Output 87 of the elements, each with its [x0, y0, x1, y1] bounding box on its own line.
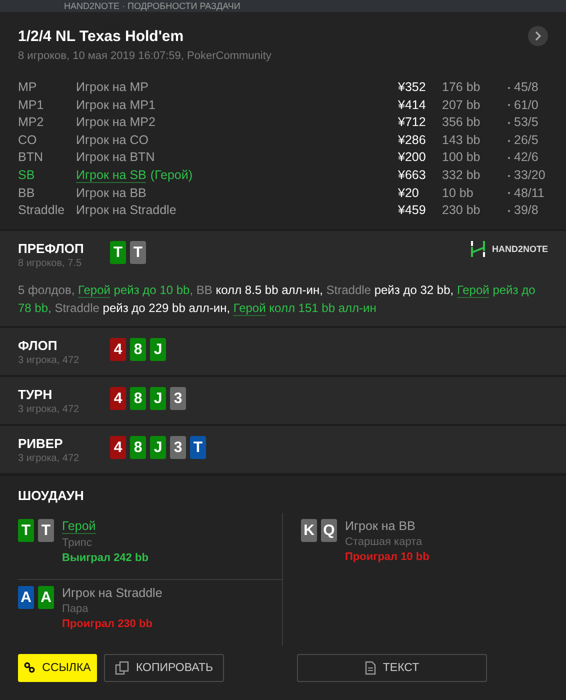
hand-combination: Старшая карта: [345, 536, 424, 548]
hand-title: 1/2/4 NL Texas Hold'em: [18, 28, 184, 44]
playing-card: T: [110, 240, 126, 264]
street-info: 3 игрока, 472: [18, 452, 80, 464]
playing-card: 3: [170, 436, 186, 459]
player-stats: 42/6: [514, 150, 540, 166]
playing-card: T: [18, 518, 34, 542]
street-info: 8 игроков, 7.5: [18, 258, 83, 269]
street-info: 3 игрока, 472: [18, 354, 80, 366]
position-label: MP1: [18, 98, 45, 114]
player-name: Игрок на BTN: [76, 150, 155, 164]
stack-amount: ¥20: [398, 186, 420, 202]
stack-bb: 100 bb: [442, 150, 482, 166]
playing-card: 8: [130, 386, 146, 410]
stack-amount: ¥459: [398, 203, 427, 219]
player-name: Игрок на Straddle: [76, 203, 176, 218]
stack-amount: ¥663: [398, 168, 427, 184]
result-text: Проиграл 230 bb: [62, 618, 154, 630]
position-label: Straddle: [18, 203, 66, 219]
stack-amount: ¥286: [398, 132, 427, 148]
player-stats: 39/8: [514, 203, 540, 219]
link-button[interactable]: ССЫЛКА: [18, 654, 97, 682]
stack-amount: ¥712: [398, 115, 427, 131]
hand-combination: Пара: [62, 602, 90, 615]
playing-card: 8: [130, 338, 146, 361]
stack-amount: ¥352: [398, 80, 427, 96]
player-stats: 26/5: [514, 132, 540, 148]
playing-card: 3: [170, 386, 186, 410]
window-title: HAND2NOTE · ПОДРОБНОСТИ РАЗДАЧИ: [64, 1, 240, 11]
hand-subtitle: 8 игроков, 10 мая 2019 16:07:59, PokerCommunity: [18, 50, 272, 62]
playing-card: T: [130, 240, 146, 264]
playing-card: A: [18, 586, 34, 609]
playing-card: A: [38, 586, 54, 609]
playing-card: 8: [130, 436, 146, 459]
player-stats: 61/0: [514, 98, 540, 114]
playing-card: T: [38, 518, 54, 542]
street-info: 3 игрока, 472: [18, 404, 80, 415]
stack-bb: 356 bb: [442, 115, 482, 131]
street-name: ФЛОП: [18, 338, 58, 353]
stack-bb: 230 bb: [442, 203, 482, 219]
playing-card: 4: [110, 436, 126, 459]
playing-card: J: [150, 436, 166, 459]
player-name[interactable]: Герой: [62, 518, 96, 534]
player-stats: 48/11: [514, 186, 546, 202]
position-label: BB: [18, 186, 36, 202]
position-label: CO: [18, 132, 38, 148]
text-button[interactable]: ТЕКСТ: [297, 654, 487, 682]
player-name: Игрок на BB: [345, 518, 416, 533]
position-label: MP2: [18, 115, 45, 131]
stack-amount: ¥200: [398, 150, 427, 166]
player-name: Игрок на MP: [76, 80, 148, 94]
hand-combination: Трипс: [62, 536, 93, 549]
street-name: РИВЕР: [18, 436, 64, 451]
player-name: Игрок на MP1: [76, 98, 156, 112]
street-name: ТУРН: [18, 386, 54, 402]
position-label: BTN: [18, 150, 44, 166]
playing-card: 4: [110, 338, 126, 361]
player-name[interactable]: Игрок на SB: [76, 168, 146, 183]
logo-text: HAND2NOTE: [492, 244, 548, 254]
player-stats: 53/5: [514, 115, 540, 131]
playing-card: K: [301, 518, 317, 542]
stack-bb: 176 bb: [442, 80, 482, 96]
stack-bb: 143 bb: [442, 132, 482, 148]
player-name: Игрок на CO: [76, 132, 148, 147]
stack-bb: 10 bb: [442, 186, 474, 202]
street-name: ПРЕФЛОП: [18, 240, 85, 256]
playing-card: 4: [110, 386, 126, 410]
result-text: Выиграл 242 bb: [62, 552, 148, 564]
player-name: Игрок на Straddle: [62, 586, 162, 600]
stack-amount: ¥414: [398, 98, 427, 114]
stack-bb: 332 bb: [442, 168, 482, 184]
action-log: 5 фолдов, Герой рейз до 10 bb, BB колл 8.5 bb алл-ин, Straddle рейз до 32 bb, Герой рейз до 78 bb, Straddle рейз до 229 bb алл-ин, Герой колл 151 bb алл-ин: [18, 282, 536, 317]
player-stats: 33/20: [514, 168, 546, 184]
playing-card: J: [150, 386, 166, 410]
showdown-title: ШОУДАУН: [18, 488, 85, 503]
result-text: Проиграл 10 bb: [345, 550, 430, 563]
playing-card: Q: [321, 518, 337, 542]
player-stats: 45/8: [514, 80, 540, 96]
position-label: SB: [18, 168, 36, 184]
copy-button[interactable]: КОПИРОВАТЬ: [104, 654, 224, 682]
player-name: Игрок на BB: [76, 186, 146, 200]
playing-card: T: [190, 436, 206, 459]
player-name: Игрок на MP2: [76, 115, 156, 130]
playing-card: J: [150, 338, 166, 361]
stack-bb: 207 bb: [442, 98, 482, 114]
position-label: MP: [18, 80, 38, 96]
hero-tag: (Герой): [150, 168, 193, 182]
